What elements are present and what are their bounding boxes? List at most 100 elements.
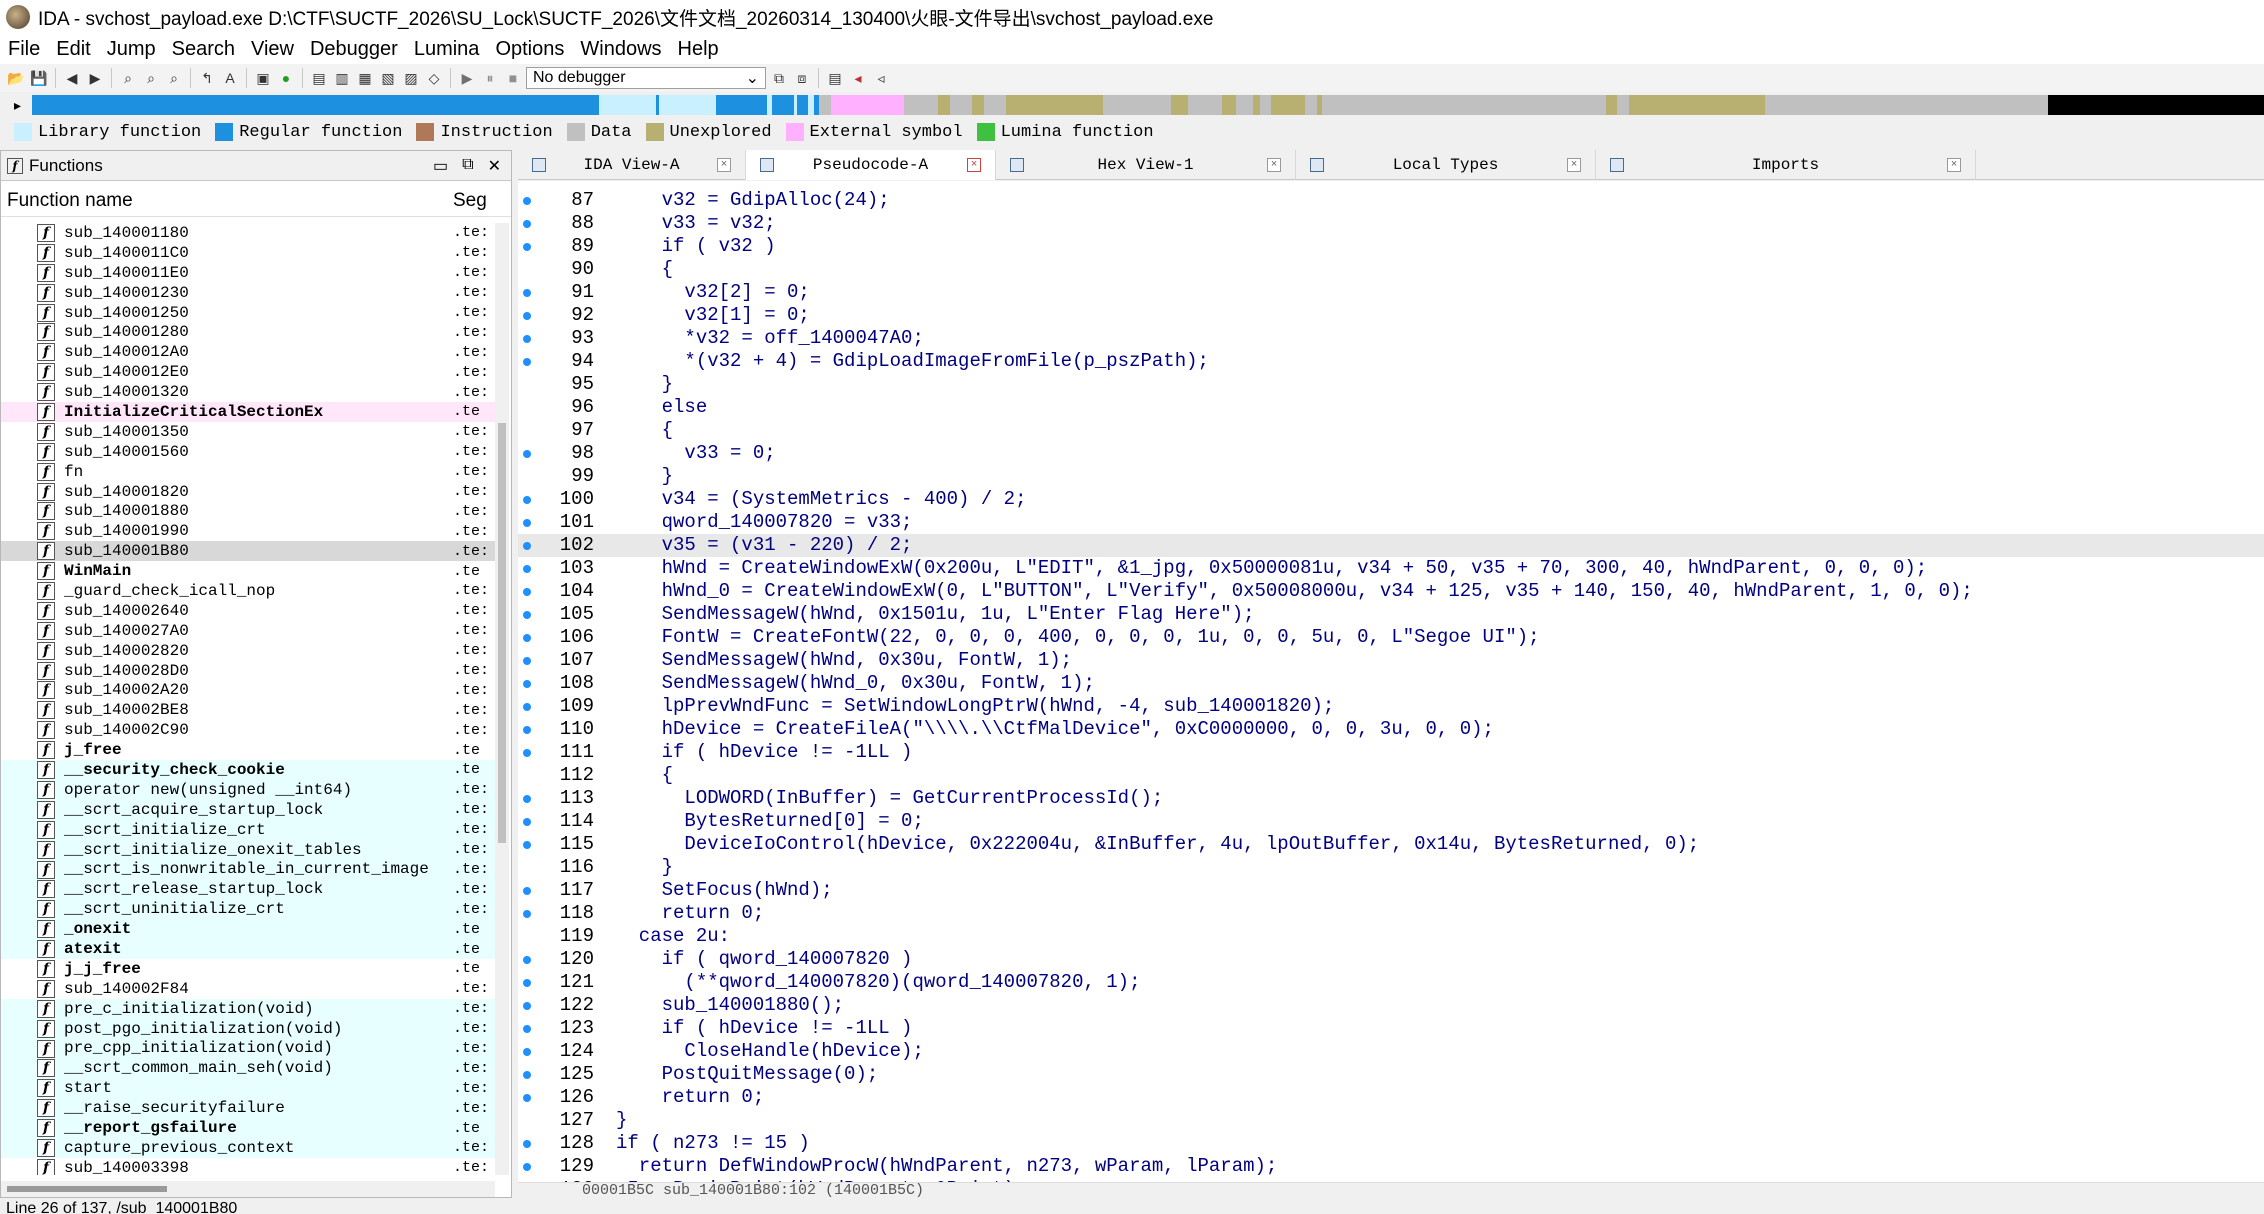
function-row[interactable]: f __scrt_is_nonwritable_in_current_image.…	[1, 859, 495, 880]
function-row[interactable]: f sub_140001250 .te:	[1, 303, 495, 323]
menu-edit[interactable]: Edit	[48, 38, 98, 61]
code-line[interactable]: 122 sub_140001880();	[518, 994, 2264, 1017]
function-row[interactable]: f sub_140001820 .te:	[1, 482, 495, 502]
code-line[interactable]: 111 if ( hDevice != -1LL )	[518, 741, 2264, 764]
function-row[interactable]: f __security_check_cookie .te	[1, 760, 495, 780]
function-row[interactable]: f __scrt_initialize_crt .te:	[1, 819, 495, 840]
array-icon[interactable]: ▧	[378, 68, 398, 88]
function-row[interactable]: f InitializeCriticalSectionEx .te	[1, 402, 495, 422]
breakpoint-dot-icon[interactable]	[523, 1048, 531, 1056]
breakpoint-icon[interactable]: ◂	[848, 68, 868, 88]
patch-icon[interactable]: ◇	[424, 68, 444, 88]
function-row[interactable]: f pre_cpp_initialization(void) .te:	[1, 1038, 495, 1059]
code-line[interactable]: 105 SendMessageW(hWnd, 0x1501u, 1u, L"En…	[518, 603, 2264, 626]
function-row[interactable]: f sub_140001350 .te:	[1, 422, 495, 442]
search-binary-icon[interactable]: ⌕	[164, 68, 184, 88]
code-line[interactable]: 108 SendMessageW(hWnd_0, 0x30u, FontW, 1…	[518, 672, 2264, 695]
code-line[interactable]: 113 LODWORD(InBuffer) = GetCurrentProces…	[518, 787, 2264, 810]
breakpoint-dot-icon[interactable]	[523, 519, 531, 527]
code-line[interactable]: 115 DeviceIoControl(hDevice, 0x222004u, …	[518, 833, 2264, 856]
function-row[interactable]: f __scrt_acquire_startup_lock .te:	[1, 799, 495, 820]
breakpoint-dot-icon[interactable]	[523, 657, 531, 665]
jump-icon[interactable]: ↰	[197, 68, 217, 88]
code-line[interactable]: 117 SetFocus(hWnd);	[518, 879, 2264, 902]
breakpoint-dot-icon[interactable]	[523, 496, 531, 504]
save-icon[interactable]: 💾	[29, 68, 49, 88]
back-icon[interactable]: ◀	[62, 68, 82, 88]
function-row[interactable]: f pre_c_initialization(void) .te:	[1, 998, 495, 1019]
functions-vertical-scrollbar[interactable]	[495, 223, 509, 1175]
trace-icon[interactable]: ◃	[871, 68, 891, 88]
function-row[interactable]: f sub_1400011E0 .te:	[1, 263, 495, 283]
breakpoint-dot-icon[interactable]	[523, 795, 531, 803]
code-line[interactable]: 103 hWnd = CreateWindowExW(0x200u, L"EDI…	[518, 557, 2264, 580]
code-line[interactable]: 129 return DefWindowProcW(hWndParent, n2…	[518, 1155, 2264, 1178]
function-row[interactable]: f sub_1400012A0 .te:	[1, 342, 495, 362]
debugger-select[interactable]: No debugger ⌄	[526, 67, 766, 89]
minimize-icon[interactable]: ▭	[433, 156, 448, 176]
breakpoint-dot-icon[interactable]	[523, 1163, 531, 1171]
function-row[interactable]: f sub_140003398 .te:	[1, 1158, 495, 1175]
function-row[interactable]: f sub_140001560 .te:	[1, 442, 495, 462]
open-icon[interactable]: 📂	[6, 68, 26, 88]
code-icon[interactable]: ▤	[309, 68, 329, 88]
search-text-icon[interactable]: ⌕	[141, 68, 161, 88]
function-row[interactable]: f sub_1400011C0 .te:	[1, 243, 495, 263]
function-row[interactable]: f start .te:	[1, 1078, 495, 1099]
function-row[interactable]: f sub_140002640 .te:	[1, 601, 495, 621]
code-line[interactable]: 121 (**qword_140007820)(qword_140007820,…	[518, 971, 2264, 994]
search-icon[interactable]: ⌕	[118, 68, 138, 88]
menu-options[interactable]: Options	[487, 38, 572, 61]
breakpoint-dot-icon[interactable]	[523, 335, 531, 343]
code-line[interactable]: 106 FontW = CreateFontW(22, 0, 0, 0, 400…	[518, 626, 2264, 649]
text-icon[interactable]: A	[220, 68, 240, 88]
code-line[interactable]: 107 SendMessageW(hWnd, 0x30u, FontW, 1);	[518, 649, 2264, 672]
navigation-bar[interactable]	[32, 95, 2264, 115]
function-row[interactable]: f operator new(unsigned __int64) .te:	[1, 779, 495, 800]
function-row[interactable]: f __scrt_uninitialize_crt .te:	[1, 899, 495, 920]
function-row[interactable]: f __scrt_common_main_seh(void) .te:	[1, 1058, 495, 1079]
function-row[interactable]: f sub_140001230 .te:	[1, 283, 495, 303]
pseudocode-view[interactable]: 87 v32 = GdipAlloc(24); 88 v33 = v32; 89 i…	[518, 181, 2264, 1198]
code-line[interactable]: 109 lpPrevWndFunc = SetWindowLongPtrW(hW…	[518, 695, 2264, 718]
menu-file[interactable]: File	[0, 38, 48, 61]
breakpoint-dot-icon[interactable]	[523, 703, 531, 711]
code-line[interactable]: 123 if ( hDevice != -1LL )	[518, 1017, 2264, 1040]
code-line[interactable]: 118 return 0;	[518, 902, 2264, 925]
function-row[interactable]: f sub_140002A20 .te:	[1, 680, 495, 700]
forward-icon[interactable]: ▶	[85, 68, 105, 88]
column-function-name[interactable]: Function name	[7, 190, 453, 212]
function-row[interactable]: f sub_140001280 .te:	[1, 322, 495, 342]
code-line[interactable]: 94 *(v32 + 4) = GdipLoadImageFromFile(p_…	[518, 350, 2264, 373]
restore-icon[interactable]: ⧉	[462, 156, 473, 176]
function-row[interactable]: f __scrt_initialize_onexit_tables .te:	[1, 839, 495, 860]
tab-close-icon[interactable]: ×	[967, 158, 981, 172]
breakpoint-dot-icon[interactable]	[523, 1094, 531, 1102]
column-segment[interactable]: Seg	[453, 190, 487, 212]
breakpoint-dot-icon[interactable]	[523, 588, 531, 596]
code-line[interactable]: 120 if ( qword_140007820 )	[518, 948, 2264, 971]
layout-icon[interactable]: ▤	[825, 68, 845, 88]
function-row[interactable]: f sub_140001180 .te:	[1, 223, 495, 243]
code-line[interactable]: 93 *v32 = off_1400047A0;	[518, 327, 2264, 350]
breakpoint-dot-icon[interactable]	[523, 1071, 531, 1079]
menu-debugger[interactable]: Debugger	[302, 38, 406, 61]
data-icon[interactable]: ▥	[332, 68, 352, 88]
tab-close-icon[interactable]: ×	[1567, 158, 1581, 172]
tab-ida-view-a[interactable]: IDA View-A ×	[518, 150, 746, 180]
breakpoint-dot-icon[interactable]	[523, 289, 531, 297]
code-line[interactable]: 112 {	[518, 764, 2264, 787]
breakpoint-dot-icon[interactable]	[523, 1025, 531, 1033]
breakpoint-dot-icon[interactable]	[523, 1002, 531, 1010]
menu-help[interactable]: Help	[670, 38, 727, 61]
code-line[interactable]: 116 }	[518, 856, 2264, 879]
breakpoint-dot-icon[interactable]	[523, 841, 531, 849]
function-row[interactable]: f sub_140001320 .te:	[1, 382, 495, 402]
function-row[interactable]: f sub_140001B80 .te:	[1, 541, 495, 562]
code-line[interactable]: 119 case 2u:	[518, 925, 2264, 948]
code-line[interactable]: 114 BytesReturned[0] = 0;	[518, 810, 2264, 833]
code-line[interactable]: 128 if ( n273 != 15 )	[518, 1132, 2264, 1155]
breakpoint-dot-icon[interactable]	[523, 910, 531, 918]
breakpoint-dot-icon[interactable]	[523, 818, 531, 826]
breakpoint-dot-icon[interactable]	[523, 565, 531, 573]
